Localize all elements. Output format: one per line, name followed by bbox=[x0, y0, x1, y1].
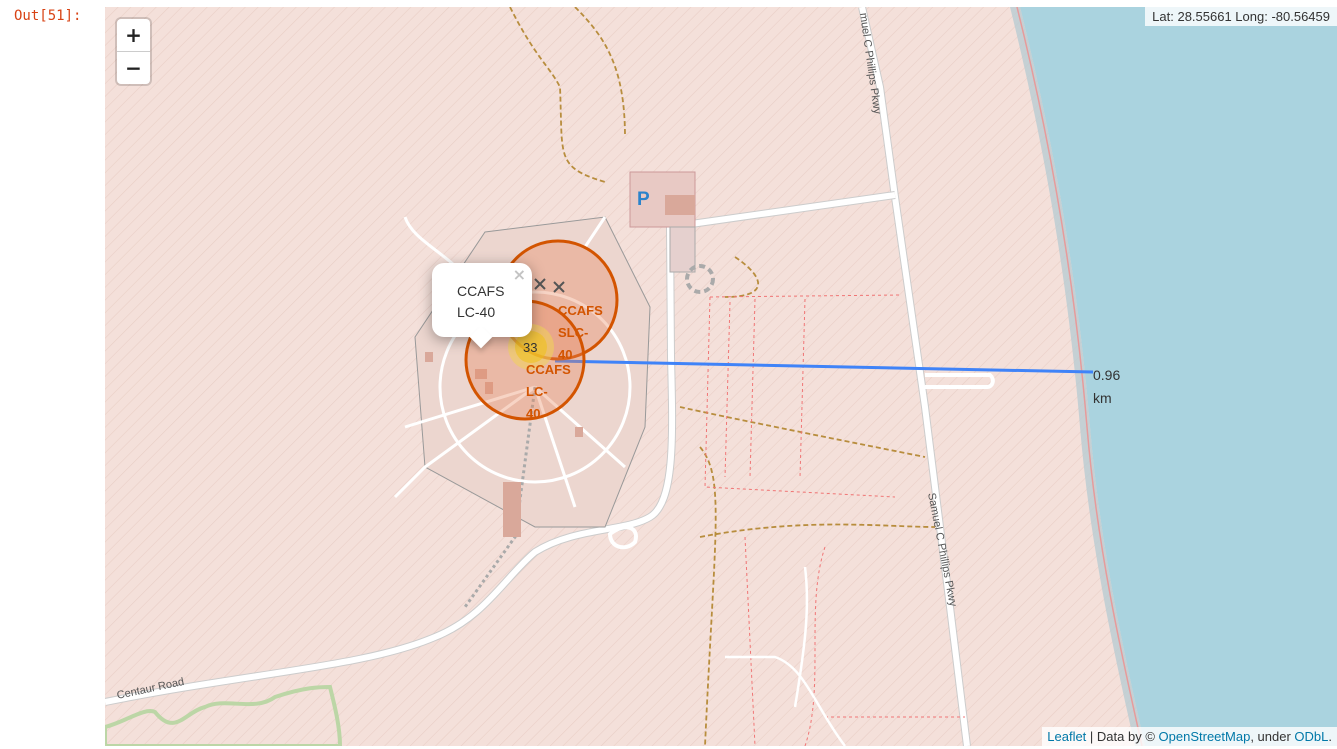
slc40-label-line1: CCAFS bbox=[558, 303, 603, 318]
popup-content: CCAFS LC-40 bbox=[457, 281, 504, 323]
osm-link[interactable]: OpenStreetMap bbox=[1159, 729, 1251, 744]
lc40-label-line2: LC- bbox=[526, 384, 548, 399]
attribution-data-by: | Data by © bbox=[1086, 729, 1159, 744]
odbl-link[interactable]: ODbL bbox=[1294, 729, 1328, 744]
lc40-label-line1: CCAFS bbox=[526, 362, 571, 377]
distance-label: 0.96 km bbox=[1093, 364, 1133, 410]
map-attribution: Leaflet | Data by © OpenStreetMap, under… bbox=[1042, 727, 1337, 746]
popup-line2: LC-40 bbox=[457, 304, 496, 320]
distance-unit: km bbox=[1093, 390, 1112, 406]
slc40-label: CCAFS SLC- 40 bbox=[558, 300, 610, 366]
zoom-in-button[interactable]: + bbox=[117, 19, 150, 52]
popup-line1: CCAFS bbox=[457, 283, 505, 299]
parking-label: P bbox=[637, 189, 650, 210]
leaflet-link[interactable]: Leaflet bbox=[1047, 729, 1086, 744]
zoom-out-button[interactable]: − bbox=[117, 52, 150, 84]
mouse-position-readout: Lat: 28.55661 Long: -80.56459 bbox=[1145, 7, 1337, 26]
popup-close-button[interactable]: × bbox=[513, 265, 526, 284]
attribution-trailing: . bbox=[1328, 729, 1332, 744]
site-popup: × CCAFS LC-40 bbox=[432, 263, 532, 349]
output-prompt: Out[51]: bbox=[14, 8, 82, 24]
map-tiles[interactable] bbox=[105, 7, 1337, 746]
lc40-label: CCAFS LC- 40 bbox=[526, 359, 578, 425]
slc40-label-line2: SLC- bbox=[558, 325, 589, 340]
marker-cluster-count[interactable]: 33 bbox=[523, 340, 537, 355]
distance-value: 0.96 bbox=[1093, 367, 1121, 383]
lc40-label-line3: 40 bbox=[526, 406, 541, 421]
zoom-control: + − bbox=[117, 19, 150, 84]
attribution-under: , under bbox=[1250, 729, 1295, 744]
map-container[interactable]: P muel C Phillips Pkwy Samuel C Phillips… bbox=[105, 7, 1337, 746]
